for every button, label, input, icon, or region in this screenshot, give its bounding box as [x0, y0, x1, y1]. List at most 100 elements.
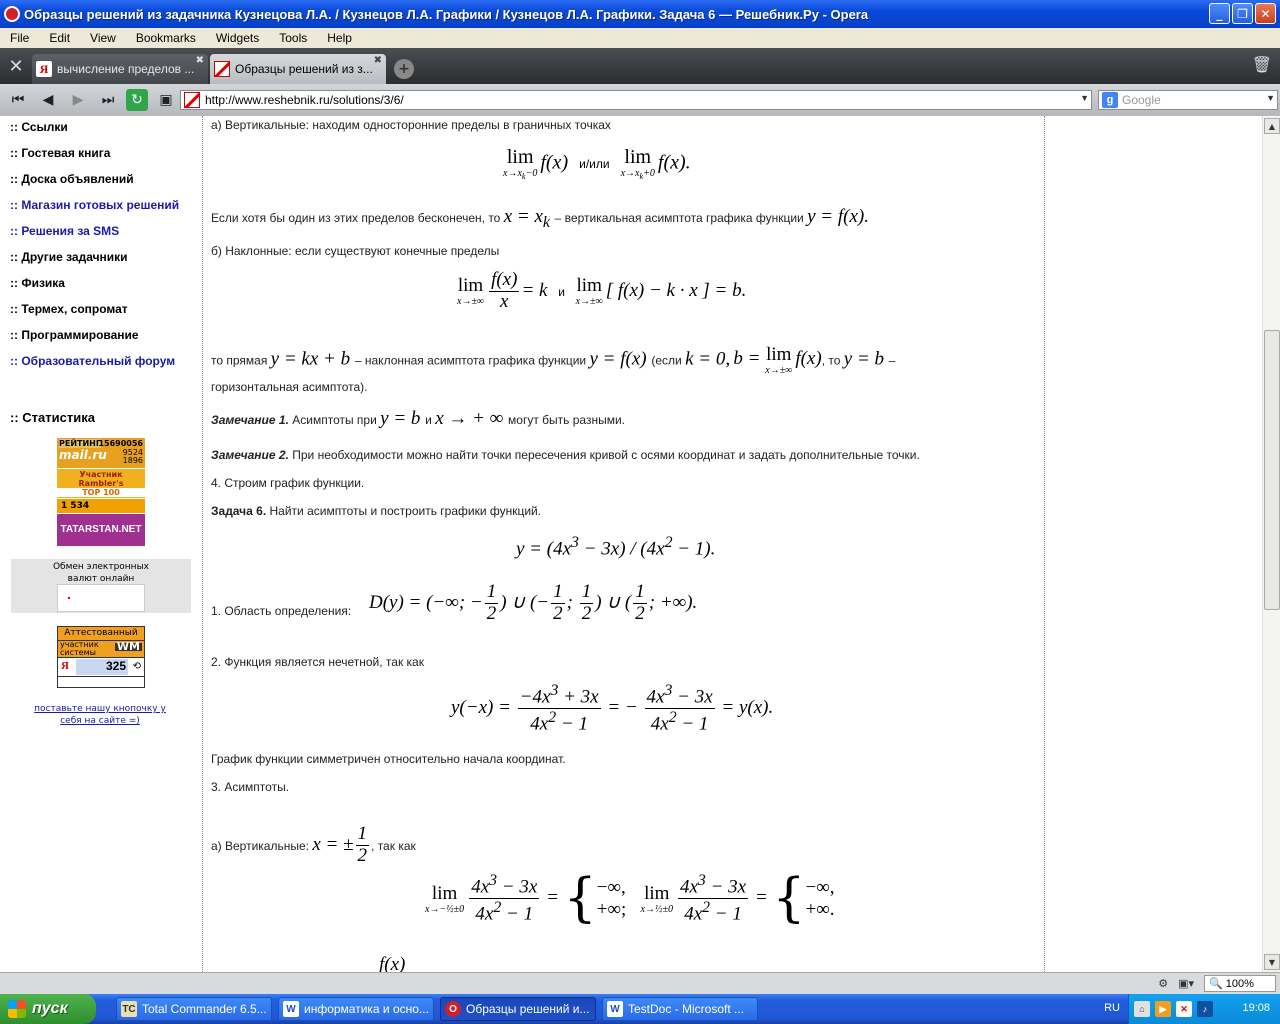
camera-icon[interactable]: ▣▾ — [1178, 977, 1194, 990]
menu-widgets[interactable]: Widgets — [206, 31, 269, 45]
symmetric-text: График функции симметричен относительно … — [211, 752, 566, 766]
sidebar-link-guestbook[interactable]: :: Гостевая книга — [10, 146, 110, 160]
formula-domain: D(y) = (−∞; −1 2) ∪ (− 1 2; 1 2) ∪ (1 2; +∞). — [369, 581, 698, 624]
sidebar-link-sms[interactable]: :: Решения за SMS — [10, 224, 119, 238]
para-if-infinite: Если хотя бы один из этих пределов беско… — [211, 206, 869, 231]
speed-dial-icon[interactable]: ⚙ — [1158, 977, 1168, 990]
word-icon: W — [607, 1001, 623, 1017]
webmoney-badge[interactable]: Аттестованный участник системы WM Я 325 … — [57, 626, 145, 688]
close-button[interactable]: ✕ — [1255, 3, 1276, 24]
asymptotes-title: 3. Асимптоты. — [211, 780, 290, 794]
back-icon[interactable]: ◀ — [36, 89, 60, 111]
sidebar-link-programming[interactable]: :: Программирование — [10, 328, 139, 342]
remark-2-title: Замечание 2. — [211, 448, 289, 462]
rewind-icon[interactable]: ⏮ — [6, 89, 30, 111]
network-icon[interactable]: ⌂ — [1134, 1001, 1150, 1017]
task-label: TestDoc - Microsoft ... — [628, 1002, 745, 1016]
task-word-informatika[interactable]: W информатика и осно... — [278, 997, 434, 1021]
system-tray: ⌂ ▶ ✕ ♪ 19:08 — [1128, 994, 1280, 1024]
wm-line-3: Я 325 ⟲ — [58, 657, 144, 676]
menu-tools[interactable]: Tools — [269, 31, 317, 45]
tab-close-icon[interactable]: ✖ — [374, 55, 382, 66]
sidebar-link-physics[interactable]: :: Физика — [10, 276, 65, 290]
text-oblique-asymptote: – наклонная асимптота графика функции — [354, 353, 587, 368]
title-bar: Образцы решений из задачника Кузнецова Л… — [0, 0, 1280, 28]
task-label: Образцы решений и... — [466, 1002, 590, 1016]
sidebar-link-other-books[interactable]: :: Другие задачники — [10, 250, 128, 264]
rambler-count-bar[interactable]: 1 534 — [57, 499, 145, 513]
exchange-banner[interactable] — [57, 584, 145, 612]
antivirus-icon[interactable]: ✕ — [1176, 1001, 1192, 1017]
tab-close-icon[interactable]: ✖ — [196, 55, 204, 66]
search-dropdown-icon[interactable]: ▼ — [1266, 93, 1275, 103]
vertical-scrollbar[interactable]: ▲ ▼ — [1262, 116, 1280, 972]
sidebar-link-links[interactable]: :: Ссылки — [10, 120, 68, 134]
start-button[interactable]: пуск — [0, 994, 96, 1024]
and-text: и — [558, 284, 565, 299]
tab-yandex[interactable]: Я вычисление пределов ... ✖ — [32, 54, 208, 84]
tab-label: Образцы решений из з... — [235, 62, 373, 76]
formula-vertical-limits: lim x→−½±0 4x3 − 3x 4x2 − 1 = {−∞, +∞; lim x→… — [425, 868, 835, 929]
menu-file[interactable]: File — [0, 31, 39, 45]
text-vertical-asymptote: – вертикальная асимптота графика функции — [554, 211, 804, 225]
sidebar-link-mechanics[interactable]: :: Термех, сопромат — [10, 302, 128, 316]
windows-taskbar: пуск TC Total Commander 6.5... W информа… — [0, 994, 1280, 1024]
task-total-commander[interactable]: TC Total Commander 6.5... — [116, 997, 272, 1021]
clock: 19:08 — [1242, 1002, 1270, 1014]
domain-label: 1. Область определения: — [211, 604, 352, 618]
opera-icon — [4, 6, 20, 22]
rambler-line-2: Rambler's — [78, 479, 124, 488]
menu-edit[interactable]: Edit — [39, 31, 80, 45]
volume-icon[interactable]: ♪ — [1197, 1001, 1213, 1017]
url-text: http://www.reshebnik.ru/solutions/3/6/ — [205, 93, 404, 107]
text-then: , то — [821, 353, 841, 368]
sidebar-link-shop[interactable]: :: Магазин готовых решений — [10, 198, 179, 212]
wm-line-2: участник системы — [60, 640, 99, 657]
menu-view[interactable]: View — [80, 31, 126, 45]
reshebnik-icon — [214, 61, 230, 77]
fast-forward-icon[interactable]: ⏭ — [96, 89, 120, 111]
search-field[interactable]: g Google ▼ — [1098, 90, 1278, 110]
button-code-link[interactable]: поставьте нашу кнопочку у себя на сайте … — [30, 703, 170, 727]
reload-icon[interactable]: ↻ — [126, 89, 148, 111]
task-text: Найти асимптоты и построить графики функ… — [269, 504, 542, 518]
sidebar-link-board[interactable]: :: Доска объявлений — [10, 172, 134, 186]
task-testdoc[interactable]: W TestDoc - Microsoft ... — [602, 997, 758, 1021]
google-icon: g — [1102, 92, 1118, 108]
media-icon[interactable]: ▶ — [1155, 1001, 1171, 1017]
text-if-infinite: Если хотя бы один из этих пределов беско… — [211, 211, 501, 225]
site-favicon — [184, 92, 200, 108]
remark-1-text-c: могут быть разными. — [508, 413, 625, 427]
menu-bookmarks[interactable]: Bookmarks — [126, 31, 206, 45]
url-field[interactable]: http://www.reshebnik.ru/solutions/3/6/ ▼ — [180, 90, 1092, 110]
minimize-button[interactable]: _ — [1209, 3, 1230, 24]
forward-icon[interactable]: ▶ — [66, 89, 90, 111]
sidebar-link-forum[interactable]: :: Образовательный форум — [10, 354, 175, 368]
remark-1-title: Замечание 1. — [211, 413, 289, 427]
remark-1: Замечание 1. Асимптоты при y = b и x → +… — [211, 408, 625, 429]
and-or-text: и/или — [579, 157, 610, 172]
remark-2-text: При необходимости можно найти точки пере… — [292, 448, 920, 462]
mailru-counter[interactable]: РЕЙТИНГ 15690056 mail.ru 9524 1896 — [57, 438, 145, 468]
yandex-icon: Я — [36, 61, 52, 77]
formula-function: y = (4x3 − 3x) / (4x2 − 1). — [516, 534, 716, 560]
snapshot-icon[interactable]: ▣ — [154, 89, 178, 111]
scroll-up-icon[interactable]: ▲ — [1264, 118, 1280, 134]
rambler-counter[interactable]: Участник Rambler's TOP 100 — [57, 469, 145, 498]
maximize-button[interactable]: ❐ — [1232, 3, 1253, 24]
formula-cutoff: f(x) — [379, 954, 406, 972]
tatarstan-counter[interactable]: TATARSTAN.NET — [57, 514, 145, 546]
tools-icon[interactable]: ✕ — [0, 48, 32, 84]
task-opera[interactable]: O Образцы решений и... — [440, 997, 596, 1021]
scroll-down-icon[interactable]: ▼ — [1264, 954, 1280, 970]
sidebar: :: Ссылки :: Гостевая книга :: Доска объ… — [0, 116, 202, 972]
scroll-thumb[interactable] — [1264, 330, 1280, 610]
zoom-control[interactable]: 🔍 100% — [1204, 975, 1276, 992]
language-indicator[interactable]: RU — [1104, 1002, 1120, 1014]
trash-icon[interactable]: 🗑 — [1252, 55, 1272, 74]
refresh-icon: ⟲ — [132, 661, 141, 672]
url-dropdown-icon[interactable]: ▼ — [1080, 93, 1089, 103]
tab-reshebnik[interactable]: Образцы решений из з... ✖ — [210, 54, 386, 84]
new-tab-icon[interactable]: + — [394, 59, 414, 79]
menu-help[interactable]: Help — [317, 31, 362, 45]
